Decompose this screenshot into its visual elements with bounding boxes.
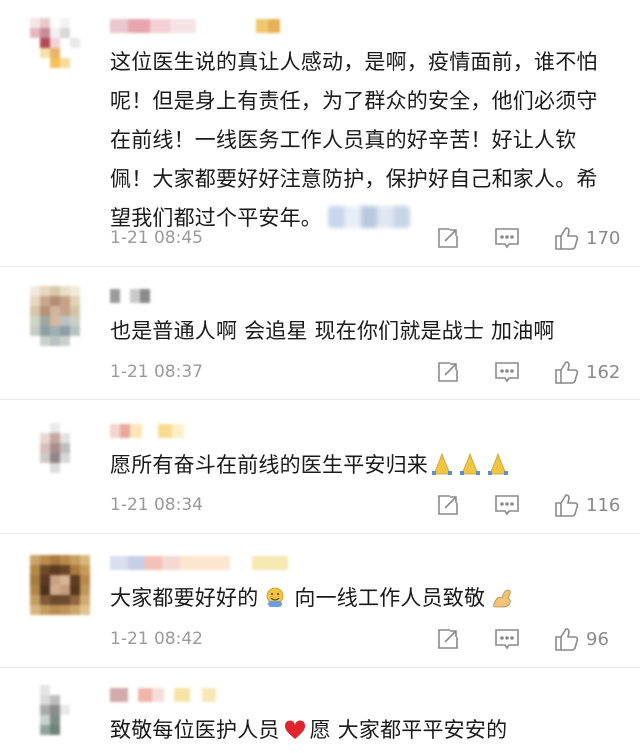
avatar[interactable] — [30, 286, 90, 346]
comment-text: 也是普通人啊 会追星 现在你们就是战士 加油啊 — [110, 319, 555, 343]
thumbs-up-icon — [555, 361, 579, 384]
repost-button[interactable] — [436, 360, 460, 384]
comment-item: 致敬每位医护人员 愿 大家都平平安安的 — [0, 667, 640, 751]
comment-time: 1-21 08:37 — [110, 362, 203, 382]
comment-time: 1-21 08:42 — [110, 629, 203, 649]
username-redacted[interactable] — [110, 421, 184, 441]
like-button[interactable]: 96 — [554, 626, 622, 652]
comment-icon — [495, 362, 519, 383]
comment-footer: 1-21 08:42 96 — [110, 625, 622, 653]
comment-button[interactable] — [494, 493, 520, 517]
avatar[interactable] — [30, 18, 90, 78]
username-redacted[interactable] — [110, 685, 216, 705]
comment-button[interactable] — [494, 226, 520, 250]
thumbs-up-icon — [555, 628, 579, 651]
comment-text: 这位医生说的真让人感动，是啊，疫情面前，谁不怕呢！但是身上有责任，为了群众的安全… — [110, 50, 598, 230]
flexed-biceps-icon — [491, 582, 513, 621]
comment-text: 致敬每位医护人员 愿 大家都平平安安的 — [110, 711, 618, 753]
repost-icon — [438, 362, 458, 382]
watermark-logo-icon — [4, 732, 25, 744]
repost-button[interactable] — [436, 493, 460, 517]
watermark — [4, 731, 26, 745]
like-button[interactable]: 116 — [554, 492, 622, 518]
hugging-face-icon — [264, 582, 286, 621]
red-heart-icon — [284, 714, 306, 753]
comment-item: 也是普通人啊 会追星 现在你们就是战士 加油啊 1-21 08:37 162 — [0, 266, 640, 400]
comment-icon — [495, 228, 519, 249]
avatar[interactable] — [30, 423, 90, 483]
like-button[interactable]: 162 — [554, 359, 622, 385]
comment-icon — [495, 629, 519, 650]
repost-button[interactable] — [436, 627, 460, 651]
username-redacted[interactable] — [110, 16, 280, 36]
comment-time: 1-21 08:34 — [110, 495, 203, 515]
like-count: 162 — [586, 361, 621, 383]
comment-text: 愿所有奋斗在前线的医生平安归来 — [110, 446, 618, 488]
comment-button[interactable] — [494, 627, 520, 651]
like-count: 96 — [586, 628, 609, 650]
username-redacted[interactable] — [110, 553, 288, 573]
avatar[interactable] — [30, 685, 90, 745]
comment-item: 大家都要好好的 向一线工作人员致敬 1-21 08:42 96 — [0, 533, 640, 668]
comment-time: 1-21 08:45 — [110, 228, 203, 248]
comment-button[interactable] — [494, 360, 520, 384]
repost-button[interactable] — [436, 226, 460, 250]
thumbs-up-icon — [555, 494, 579, 517]
comment-text: 大家都要好好的 向一线工作人员致敬 — [110, 579, 618, 621]
comment-footer: 1-21 08:45 170 — [110, 224, 622, 252]
username-redacted[interactable] — [110, 286, 150, 306]
comment-footer: 1-21 08:34 116 — [110, 491, 622, 519]
like-count: 116 — [586, 494, 621, 516]
comment-footer: 1-21 08:37 162 — [110, 358, 622, 386]
thumbs-up-icon — [555, 227, 579, 250]
comment-item: 愿所有奋斗在前线的医生平安归来 1-21 08:34 116 — [0, 399, 640, 534]
repost-icon — [438, 629, 458, 649]
repost-icon — [438, 495, 458, 515]
praying-hands-icon — [430, 449, 514, 488]
repost-icon — [438, 228, 458, 248]
avatar[interactable] — [30, 555, 90, 615]
comment-item: 这位医生说的真让人感动，是啊，疫情面前，谁不怕呢！但是身上有责任，为了群众的安全… — [0, 0, 640, 267]
like-button[interactable]: 170 — [554, 225, 622, 251]
comment-icon — [495, 495, 519, 516]
like-count: 170 — [586, 227, 621, 249]
